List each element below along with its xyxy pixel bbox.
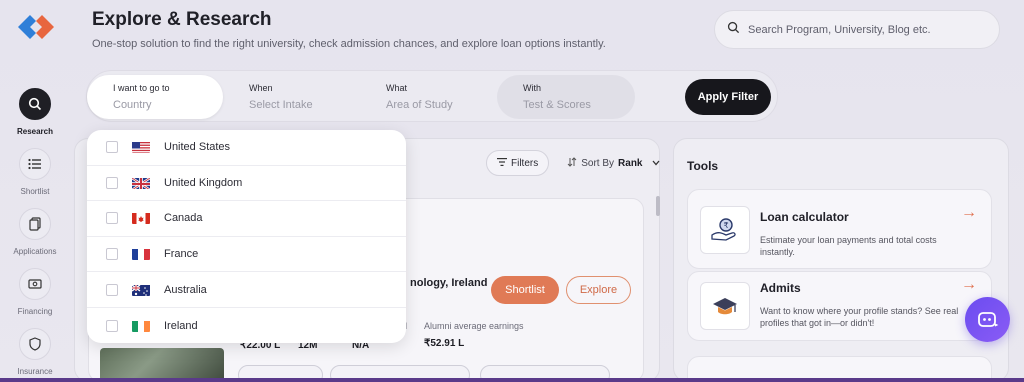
- university-name[interactable]: nology, Ireland: [410, 277, 487, 289]
- results-toolbar: Filters Sort By Rank: [486, 150, 660, 176]
- money-icon: [19, 268, 51, 300]
- arrow-right-icon[interactable]: →: [961, 276, 977, 294]
- australia-flag-icon: [132, 284, 150, 296]
- page-title: Explore & Research: [92, 9, 272, 30]
- search-icon: [727, 21, 740, 39]
- checkbox[interactable]: [106, 248, 118, 261]
- country-option[interactable]: Canada: [87, 201, 406, 237]
- tool-name: Loan calculator: [760, 210, 849, 224]
- uk-flag-icon: [132, 176, 150, 189]
- us-flag-icon: [132, 141, 150, 154]
- filter-label: I want to go to: [113, 83, 170, 93]
- shield-icon: [19, 328, 51, 360]
- list-icon: [19, 148, 51, 180]
- campus-image: [100, 348, 224, 382]
- ireland-flag-icon: [132, 320, 150, 332]
- sidebar-item-insurance[interactable]: Insurance: [0, 328, 70, 376]
- loan-calculator-card[interactable]: ₹ Loan calculator Estimate your loan pay…: [687, 189, 992, 269]
- checkbox[interactable]: [106, 141, 118, 154]
- explore-button[interactable]: Explore: [566, 276, 631, 304]
- documents-icon: [19, 208, 51, 240]
- loan-hand-icon: ₹: [700, 206, 750, 254]
- tool-name: Admits: [760, 281, 801, 295]
- country-option[interactable]: Ireland: [87, 308, 406, 343]
- checkbox[interactable]: [106, 319, 118, 332]
- tools-title: Tools: [687, 159, 719, 173]
- stat-label: Alumni average earnings: [424, 321, 524, 331]
- admits-card[interactable]: Admits Want to know where your profile s…: [687, 271, 992, 341]
- country-label: France: [164, 248, 199, 261]
- filter-value: Test & Scores: [523, 99, 591, 111]
- page-subtitle: One-stop solution to find the right univ…: [92, 38, 606, 50]
- brand-logo[interactable]: [16, 10, 56, 44]
- filter-label: With: [523, 83, 541, 93]
- filters-button[interactable]: Filters: [486, 150, 550, 176]
- filter-label: When: [249, 83, 273, 93]
- chevron-down-icon: [652, 158, 660, 169]
- sidebar-item-label: Research: [16, 127, 54, 136]
- checkbox[interactable]: [106, 176, 118, 189]
- stat-value: ₹52.91 L: [424, 338, 465, 349]
- arrow-right-icon[interactable]: →: [961, 204, 977, 222]
- country-dropdown: United States United Kingdom Canada Fran…: [87, 130, 406, 343]
- window-bottom-edge: [0, 378, 1024, 382]
- global-search[interactable]: [714, 10, 1000, 49]
- chatbot-button[interactable]: [965, 297, 1010, 342]
- country-label: Australia: [164, 283, 207, 296]
- sidebar-item-applications[interactable]: Applications: [0, 208, 70, 256]
- shortlist-button[interactable]: Shortlist: [491, 276, 559, 304]
- sidebar-item-label: Applications: [13, 247, 57, 256]
- france-flag-icon: [132, 248, 150, 261]
- results-scrollbar[interactable]: [656, 196, 660, 216]
- filter-bar: I want to go to Country When Select Inta…: [86, 70, 778, 122]
- sort-prefix: Sort By: [581, 157, 615, 169]
- country-option[interactable]: United Kingdom: [87, 166, 406, 202]
- filter-icon: [497, 157, 507, 169]
- country-option[interactable]: France: [87, 237, 406, 273]
- sidebar-item-research[interactable]: Research: [0, 88, 70, 136]
- country-option[interactable]: Australia: [87, 272, 406, 308]
- sort-value: Rank: [618, 157, 643, 169]
- sidebar-item-label: Financing: [17, 307, 53, 316]
- sort-dropdown[interactable]: Sort By Rank: [567, 156, 660, 170]
- country-label: Canada: [164, 212, 203, 225]
- apply-filter-button[interactable]: Apply Filter: [685, 79, 771, 115]
- sidebar-item-label: Insurance: [17, 367, 53, 376]
- country-label: Ireland: [164, 319, 198, 332]
- country-option[interactable]: United States: [87, 130, 406, 166]
- checkbox[interactable]: [106, 283, 118, 296]
- sidebar-item-shortlist[interactable]: Shortlist: [0, 148, 70, 196]
- country-filter[interactable]: I want to go to Country: [87, 75, 223, 119]
- search-icon: [19, 88, 51, 120]
- svg-text:₹: ₹: [724, 221, 729, 230]
- sidebar-item-label: Shortlist: [20, 187, 50, 196]
- filter-label: What: [386, 83, 408, 93]
- study-area-filter[interactable]: What Area of Study: [360, 75, 496, 119]
- country-label: United States: [164, 141, 231, 154]
- filter-value: Area of Study: [386, 99, 453, 111]
- graduation-cap-icon: [700, 282, 750, 330]
- chatbot-icon: [977, 311, 998, 327]
- filter-value: Country: [113, 99, 152, 111]
- tool-description: Want to know where your profile stands? …: [760, 306, 959, 328]
- checkbox[interactable]: [106, 212, 118, 225]
- filters-label: Filters: [511, 157, 539, 169]
- canada-flag-icon: [132, 212, 150, 225]
- filter-value: Select Intake: [249, 99, 313, 111]
- intake-filter[interactable]: When Select Intake: [223, 75, 359, 119]
- sidebar-item-financing[interactable]: Financing: [0, 268, 70, 316]
- search-input[interactable]: [748, 23, 978, 36]
- sort-icon: [567, 156, 577, 170]
- tool-description: Estimate your loan payments and total co…: [760, 235, 937, 257]
- country-label: United Kingdom: [164, 176, 243, 189]
- test-scores-filter[interactable]: With Test & Scores: [497, 75, 635, 119]
